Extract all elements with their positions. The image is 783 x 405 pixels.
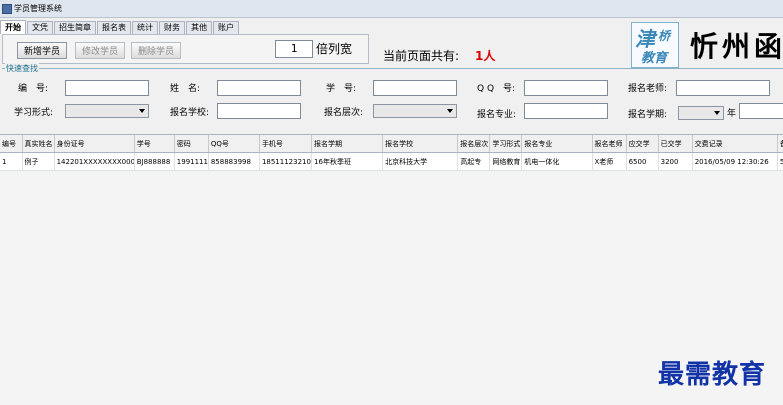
table-cell[interactable]: 机电一体化 [521,152,593,171]
qq-input[interactable] [524,80,608,96]
school-logo: 津 桥 教育 [631,22,679,68]
table-cell[interactable]: 例子 [22,152,55,171]
logo-char-2: 桥 [658,29,671,43]
chevron-down-icon [139,109,145,113]
major-input[interactable] [524,103,608,119]
qq-label: Q Q 号: [477,84,516,94]
table-cell[interactable]: 网络教育 [489,152,523,171]
col-header[interactable]: 密码 [174,135,209,153]
table-cell[interactable]: 2016/05/09 12:30:26 [692,152,778,171]
col-header[interactable]: 已交学 [658,135,693,153]
major-label: 报名专业: [477,110,517,120]
table-cell[interactable]: 3200 [658,152,693,171]
col-header[interactable]: 报名学期 [311,135,384,153]
table-cell[interactable]: 高起专 [457,152,491,171]
name-input[interactable] [217,80,301,96]
table-cell[interactable]: 6500 [626,152,659,171]
col-header[interactable]: 报名专业 [521,135,593,153]
id-label: 编 号: [18,84,49,94]
chevron-down-icon [714,111,720,115]
tab-registration[interactable]: 报名表 [97,21,131,34]
teacher-label: 报名老师: [628,84,668,94]
col-header[interactable]: 应交学 [626,135,659,153]
year-label: 年 [727,109,737,119]
col-header[interactable]: 交费记录 [692,135,778,153]
table-cell[interactable]: 1 [0,152,23,171]
chevron-down-icon [447,109,453,113]
table-cell[interactable]: 16年秋季班 [311,152,384,171]
logo-char-3: 教育 [641,51,668,66]
table-cell[interactable]: 1991111 [174,152,209,171]
study-mode-select[interactable] [65,104,149,118]
tab-other[interactable]: 其他 [186,21,212,34]
student-table: 编号 真实姓名 身份证号 学号 密码 QQ号 手机号 报名学期 报名学校 报名层… [0,135,783,171]
table-cell[interactable]: X老师 [592,152,627,171]
name-label: 姓 名: [170,84,201,94]
col-header[interactable]: 报名老师 [592,135,627,153]
add-student-button[interactable]: 新增学员 [17,42,67,59]
table-cell[interactable]: BJ888888 [134,152,175,171]
student-no-label: 学 号: [326,84,357,94]
table-header-row: 编号 真实姓名 身份证号 学号 密码 QQ号 手机号 报名学期 报名学校 报名层… [0,135,783,153]
term-label: 报名学期: [628,110,668,120]
table-cell[interactable]: 18511123210 [259,152,313,171]
tab-statistics[interactable]: 统计 [132,21,158,34]
quick-search-panel: 快速查找 编 号: 姓 名: 学 号: Q Q 号: 报名老师: 学习形式: 报… [2,63,783,130]
tab-start[interactable]: 开始 [0,20,26,34]
col-header[interactable]: 身份证号 [54,135,135,153]
teacher-input[interactable] [676,80,770,96]
column-width-label: 倍列宽 [316,42,353,56]
quick-search-title: 快速查找 [5,63,39,74]
ribbon-tabs: 开始 文凭 招生简章 报名表 统计 财务 其他 账户 [0,20,240,35]
window-title: 学员管理系统 [14,4,62,13]
page-count-label: 当前页面共有: [383,49,460,63]
id-input[interactable] [65,80,149,96]
col-header[interactable]: 报名层次 [457,135,491,153]
table-cell[interactable]: 北京科技大学 [382,152,459,171]
column-width-multiplier-input[interactable]: 1 [275,40,313,58]
study-mode-label: 学习形式: [14,108,54,118]
col-header[interactable]: 报名学校 [382,135,459,153]
table-cell[interactable]: 5 [777,152,783,171]
school-label: 报名学校: [170,108,210,118]
table-row[interactable]: 1 例子 142201XXXXXXXX0000 BJ888888 1991111… [0,152,783,171]
tab-diploma[interactable]: 文凭 [27,21,53,34]
tab-finance[interactable]: 财务 [159,21,185,34]
term-year-select[interactable] [678,106,724,120]
title-bar: 学员管理系统 [0,0,783,18]
school-input[interactable] [217,103,301,119]
table-cell[interactable]: 858883998 [208,152,260,171]
col-header[interactable]: 手机号 [259,135,313,153]
app-icon [2,4,12,14]
student-no-input[interactable] [373,80,457,96]
col-header[interactable]: 备 [777,135,783,153]
page-count-value: 1人 [475,49,496,63]
level-label: 报名层次: [324,108,364,118]
tab-brochure[interactable]: 招生简章 [54,21,96,34]
table-cell[interactable]: 142201XXXXXXXX0000 [54,152,135,171]
level-select[interactable] [373,104,457,118]
watermark: 最需教育 [658,360,767,390]
term-season-input[interactable] [739,103,783,119]
delete-student-button[interactable]: 删除学员 [131,42,181,59]
brand-title: 忻州函 [690,30,783,63]
edit-student-button[interactable]: 修改学员 [75,42,125,59]
col-header[interactable]: 学习形式 [489,135,523,153]
tab-account[interactable]: 账户 [213,21,239,34]
col-header[interactable]: QQ号 [208,135,260,153]
col-header[interactable]: 学号 [134,135,175,153]
col-header[interactable]: 真实姓名 [22,135,55,153]
col-header[interactable]: 编号 [0,135,23,153]
toolbar: 新增学员 修改学员 删除学员 [2,34,369,64]
